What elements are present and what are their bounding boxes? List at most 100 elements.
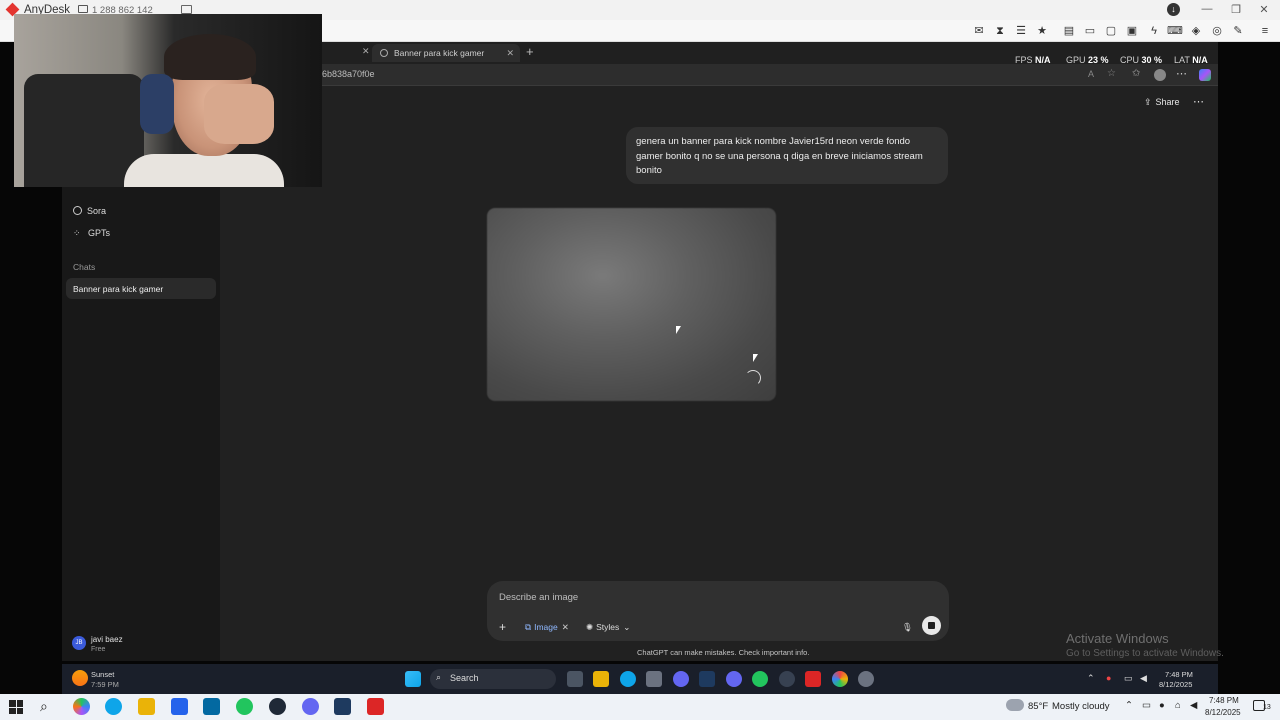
maximize-button[interactable]: ❐: [1228, 3, 1244, 16]
hourglass-icon[interactable]: ⧗: [992, 24, 1008, 38]
weather-sunset-icon[interactable]: [72, 670, 88, 686]
remote-tray-chevron-icon[interactable]: ⌃: [1087, 673, 1095, 684]
action-bolt-icon[interactable]: ϟ: [1146, 24, 1162, 38]
file-explorer-taskbar-icon[interactable]: [138, 698, 155, 715]
store-taskbar-icon[interactable]: [171, 698, 188, 715]
app-icon[interactable]: [779, 671, 795, 687]
styles-dropdown[interactable]: ✺ Styles ⌄: [586, 621, 630, 633]
user-name[interactable]: javi baez: [91, 635, 123, 644]
menu-icon[interactable]: ≡: [1257, 24, 1273, 38]
add-attachment-icon[interactable]: +: [499, 621, 506, 633]
display-icon[interactable]: ▭: [1082, 24, 1098, 38]
remote-search-box[interactable]: ⌕ Search: [430, 669, 556, 689]
image-tool-chip[interactable]: ⧉ Image ✕: [525, 621, 569, 633]
steam-taskbar-icon[interactable]: [334, 698, 351, 715]
sidebar-item-sora[interactable]: Sora: [73, 206, 106, 216]
search-icon[interactable]: ⌕: [40, 698, 48, 715]
activate-windows-title: Activate Windows: [1066, 631, 1169, 646]
more-options-icon[interactable]: ⋯: [1193, 95, 1204, 108]
task-view-icon[interactable]: [567, 671, 583, 687]
tray-volume-icon[interactable]: ◀: [1190, 700, 1197, 711]
download-icon[interactable]: ↓: [1167, 3, 1180, 16]
remote-volume-icon[interactable]: ◀: [1140, 673, 1147, 684]
tab-title: Banner para kick gamer: [394, 48, 485, 58]
profile-avatar-icon[interactable]: [1154, 69, 1166, 81]
store-icon[interactable]: [646, 671, 662, 687]
local-temperature[interactable]: 85°F: [1028, 701, 1048, 712]
tray-display-icon[interactable]: ▭: [1142, 700, 1151, 711]
favorite-star-icon[interactable]: ☆: [1107, 68, 1116, 79]
edge-browser-icon[interactable]: [620, 671, 636, 687]
browser-menu-icon[interactable]: ⋯: [1176, 67, 1187, 80]
minimize-button[interactable]: —: [1199, 3, 1215, 15]
loading-spinner-icon: [745, 370, 761, 386]
monitor-settings-icon[interactable]: ▢: [1103, 24, 1119, 38]
discord-taskbar-icon[interactable]: [302, 698, 319, 715]
file-icon[interactable]: ▤: [1061, 24, 1077, 38]
image-icon: ⧉: [525, 622, 532, 632]
cloud-weather-icon[interactable]: [1006, 699, 1024, 711]
chatgpt-favicon-icon: [380, 49, 388, 57]
webcam-person-body: [124, 154, 284, 187]
record-icon[interactable]: ◎: [1209, 24, 1225, 38]
read-aloud-icon[interactable]: A: [1088, 69, 1094, 79]
generating-image-placeholder: [487, 208, 776, 401]
local-clock-date[interactable]: 8/12/2025: [1205, 708, 1241, 717]
user-avatar[interactable]: JB: [72, 636, 86, 650]
close-button[interactable]: ✕: [1256, 3, 1272, 16]
disclaimer-text: ChatGPT can make mistakes. Check importa…: [637, 648, 810, 657]
chats-section-label: Chats: [73, 262, 96, 272]
sidebar-item-gpts[interactable]: ⁘ GPTs: [73, 228, 110, 239]
remote-clock-time: 7:48 PM: [1165, 670, 1193, 679]
tray-network-icon[interactable]: ⌂: [1175, 700, 1181, 711]
remove-chip-icon[interactable]: ✕: [562, 622, 569, 632]
spotify-taskbar-icon[interactable]: [236, 698, 253, 715]
tab-banner-para-kick-gamer[interactable]: Banner para kick gamer ✕: [372, 44, 520, 62]
remote-clock-date: 8/12/2025: [1159, 680, 1193, 689]
keyboard-icon[interactable]: ⌨: [1167, 24, 1183, 38]
close-tab-icon[interactable]: ✕: [506, 44, 514, 62]
discord-icon[interactable]: [673, 671, 689, 687]
outlook-taskbar-icon[interactable]: [203, 698, 220, 715]
privacy-icon[interactable]: ◈: [1188, 24, 1204, 38]
obs-taskbar-icon[interactable]: [269, 698, 286, 715]
file-explorer-icon[interactable]: [593, 671, 609, 687]
steam-icon[interactable]: [699, 671, 715, 687]
pen-icon[interactable]: ✎: [1230, 24, 1246, 38]
notification-count: 13: [1263, 704, 1271, 711]
settings-gear-icon[interactable]: [858, 671, 874, 687]
anydesk-taskbar-icon[interactable]: [367, 698, 384, 715]
session-tab-icon[interactable]: [181, 5, 192, 14]
local-weather-condition[interactable]: Mostly cloudy: [1052, 701, 1110, 712]
prompt-input[interactable]: Describe an image: [499, 592, 578, 603]
tray-chevron-icon[interactable]: ⌃: [1125, 700, 1133, 711]
edge-taskbar-icon[interactable]: [105, 698, 122, 715]
discord-alt-icon[interactable]: [726, 671, 742, 687]
favorites-icon[interactable]: ✩: [1132, 68, 1140, 79]
share-button[interactable]: ⇪ Share: [1144, 97, 1180, 108]
message-icon[interactable]: ▣: [1124, 24, 1140, 38]
remote-network-icon[interactable]: ▭: [1124, 673, 1133, 684]
copilot-icon[interactable]: [1199, 69, 1211, 81]
copilot-taskbar-icon[interactable]: [73, 698, 90, 715]
chat-item-banner-para-kick-gamer[interactable]: Banner para kick gamer: [66, 278, 216, 299]
remote-start-icon[interactable]: [405, 671, 421, 687]
star-icon[interactable]: ★: [1034, 24, 1050, 38]
tray-mic-icon[interactable]: ●: [1159, 700, 1165, 711]
chrome-icon[interactable]: [832, 671, 848, 687]
anydesk-remote-icon[interactable]: [805, 671, 821, 687]
remote-mic-icon[interactable]: ●: [1106, 673, 1111, 683]
layers-icon[interactable]: ☰: [1013, 24, 1029, 38]
url-text[interactable]: 6b838a70f0e: [322, 69, 375, 79]
chat-icon[interactable]: ✉: [971, 24, 987, 38]
chevron-down-icon: ⌄: [623, 622, 631, 632]
new-tab-icon[interactable]: +: [526, 44, 534, 59]
microphone-icon[interactable]: 🎙: [902, 621, 913, 633]
spotify-icon[interactable]: [752, 671, 768, 687]
close-tab-icon[interactable]: ✕: [362, 46, 370, 57]
stop-generating-button[interactable]: [922, 616, 941, 635]
remote-weather-time: 7:59 PM: [91, 680, 119, 689]
windows-start-icon[interactable]: [9, 700, 23, 714]
local-clock-time[interactable]: 7:48 PM: [1209, 696, 1239, 705]
sora-icon: [73, 206, 82, 215]
